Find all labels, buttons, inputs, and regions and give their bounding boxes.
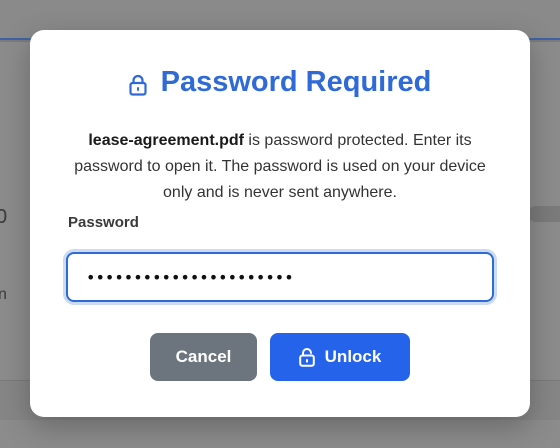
dialog-title-text: Password Required [160, 66, 432, 98]
lock-icon [129, 74, 147, 96]
dialog-title: Password Required [30, 66, 530, 99]
filename: lease-agreement.pdf [88, 132, 244, 149]
unlock-button[interactable]: Unlock [270, 333, 410, 381]
unlock-button-label: Unlock [324, 347, 382, 366]
cancel-button-label: Cancel [175, 347, 232, 366]
unlock-icon [298, 347, 315, 367]
password-input[interactable] [66, 252, 494, 302]
background-text-fragment: n [0, 286, 7, 303]
password-label: Password [68, 214, 139, 231]
cancel-button[interactable]: Cancel [150, 333, 257, 381]
background-blurred-element [528, 206, 560, 222]
background-text-fragment: 0 [0, 206, 8, 228]
dialog-description: lease-agreement.pdf is password protecte… [66, 128, 494, 206]
